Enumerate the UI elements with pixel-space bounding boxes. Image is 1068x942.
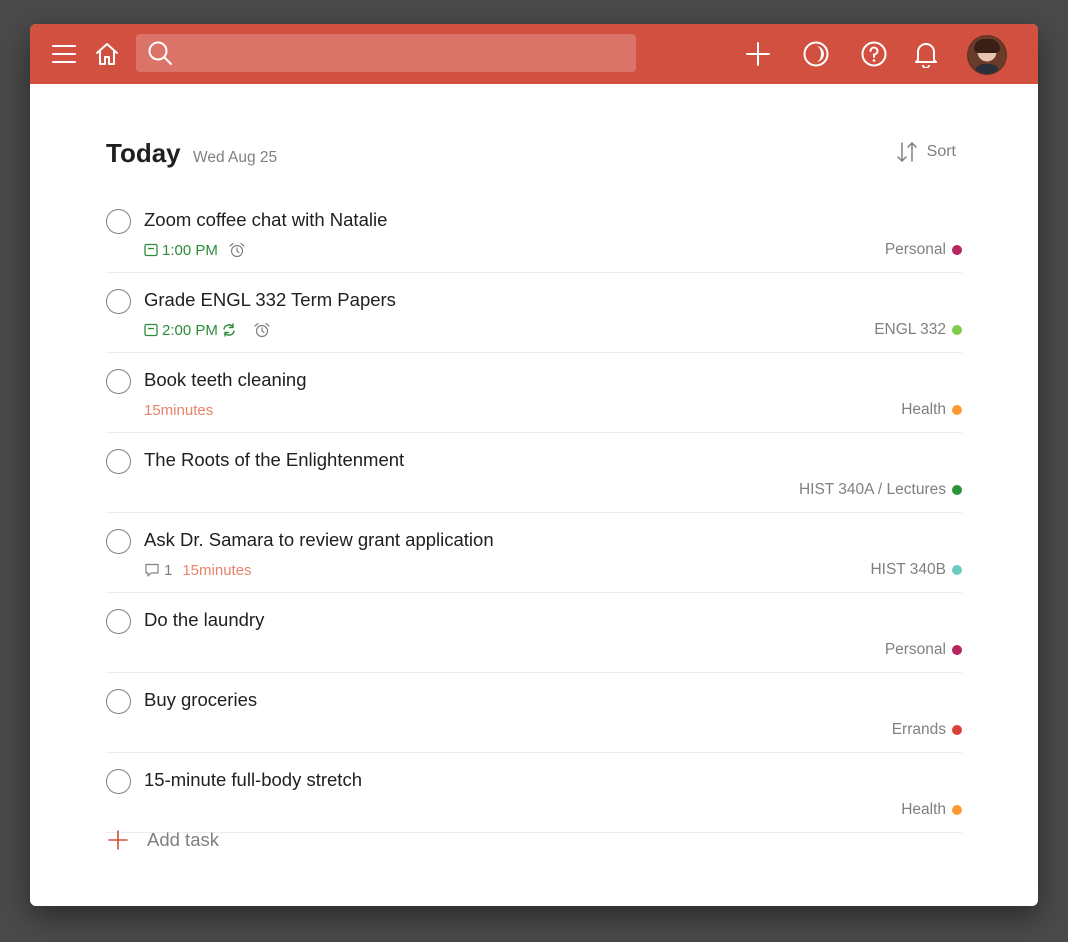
task-checkbox[interactable] [106,449,131,474]
avatar[interactable] [967,35,1007,75]
add-task-label: Add task [147,829,219,850]
project-label: Personal [884,641,946,658]
project-color-dot [952,645,962,655]
calendar-icon [144,243,158,257]
task-item[interactable]: The Roots of the Enlightenment HIST 340A… [106,433,962,513]
comments-count[interactable]: 1 [144,562,172,579]
task-project[interactable]: Personal [885,240,962,260]
page-header: Today Wed Aug 25 Sort [106,136,962,172]
task-duration: 15minutes [144,401,214,419]
comment-icon [144,562,160,578]
task-meta: 15minutes [144,400,213,420]
task-item[interactable]: 15-minute full-body stretch Health [106,753,962,833]
search-bar[interactable] [136,34,636,72]
project-label: ENGL 332 [874,321,946,338]
project-label: HIST 340A / Lectures [798,481,946,498]
due-time: 1:00 PM [162,241,218,259]
task-title[interactable]: The Roots of the Enlightenment [144,449,404,471]
calendar-icon [144,323,158,337]
task-title[interactable]: Do the laundry [144,609,264,631]
sort-icon [895,140,919,164]
page-date: Wed Aug 25 [193,149,278,166]
project-label: Personal [884,241,946,258]
task-checkbox[interactable] [106,529,131,554]
home-icon[interactable] [89,36,125,72]
search-input[interactable] [174,37,636,69]
task-project[interactable]: Health [901,800,962,820]
due-date[interactable]: 2:00 PM [144,322,237,339]
task-item[interactable]: Ask Dr. Samara to review grant applicati… [106,513,962,593]
task-item[interactable]: Do the laundry Personal [106,593,962,673]
task-meta: 1:00 PM [144,240,246,260]
alarm-icon[interactable] [228,242,246,258]
project-label: Health [901,801,946,818]
task-checkbox[interactable] [106,769,131,794]
task-checkbox[interactable] [106,369,131,394]
task-project[interactable]: HIST 340A / Lectures [799,480,962,500]
due-date[interactable]: 1:00 PM [144,242,218,259]
search-icon [146,39,174,67]
due-time: 2:00 PM [162,321,218,339]
project-label: Errands [891,721,946,738]
project-color-dot [952,565,962,575]
task-title[interactable]: Zoom coffee chat with Natalie [144,209,387,231]
task-checkbox[interactable] [106,609,131,634]
sort-button[interactable]: Sort [895,140,956,164]
project-color-dot [952,805,962,815]
quick-add-icon[interactable] [740,36,776,72]
recurring-icon [221,323,237,337]
task-item[interactable]: Grade ENGL 332 Term Papers 2:00 PM ENGL … [106,273,962,353]
task-project[interactable]: ENGL 332 [874,320,962,340]
task-checkbox[interactable] [106,209,131,234]
task-title[interactable]: Buy groceries [144,689,257,711]
top-bar [30,24,1038,84]
task-project[interactable]: Errands [892,720,962,740]
task-meta: 1 15minutes [144,560,252,580]
productivity-icon[interactable] [798,36,834,72]
project-label: Health [901,401,946,418]
task-item[interactable]: Zoom coffee chat with Natalie 1:00 PM Pe… [106,193,962,273]
task-title[interactable]: Book teeth cleaning [144,369,307,391]
alarm-icon[interactable] [253,322,271,338]
menu-icon[interactable] [46,36,82,72]
add-task-button[interactable]: Add task [106,825,219,855]
bell-icon[interactable] [908,36,944,72]
task-title[interactable]: 15-minute full-body stretch [144,769,362,791]
task-project[interactable]: Personal [885,640,962,660]
help-icon[interactable] [856,36,892,72]
app-window: Today Wed Aug 25 Sort Zoom coffee chat w… [30,24,1038,906]
task-item[interactable]: Book teeth cleaning 15minutes Health [106,353,962,433]
task-title[interactable]: Grade ENGL 332 Term Papers [144,289,396,311]
comments-number: 1 [164,561,173,579]
task-meta: 2:00 PM [144,320,271,340]
project-label: HIST 340B [870,561,946,578]
task-project[interactable]: Health [901,400,962,420]
task-title[interactable]: Ask Dr. Samara to review grant applicati… [144,529,494,551]
task-list: Zoom coffee chat with Natalie 1:00 PM Pe… [106,193,962,833]
task-duration: 15minutes [182,561,252,579]
page-title: Today [106,138,181,168]
task-checkbox[interactable] [106,289,131,314]
project-color-dot [952,325,962,335]
sort-label: Sort [926,143,956,160]
task-project[interactable]: HIST 340B [870,560,962,580]
task-item[interactable]: Buy groceries Errands [106,673,962,753]
project-color-dot [952,405,962,415]
project-color-dot [952,245,962,255]
task-checkbox[interactable] [106,689,131,714]
plus-icon [106,828,130,852]
project-color-dot [952,485,962,495]
project-color-dot [952,725,962,735]
